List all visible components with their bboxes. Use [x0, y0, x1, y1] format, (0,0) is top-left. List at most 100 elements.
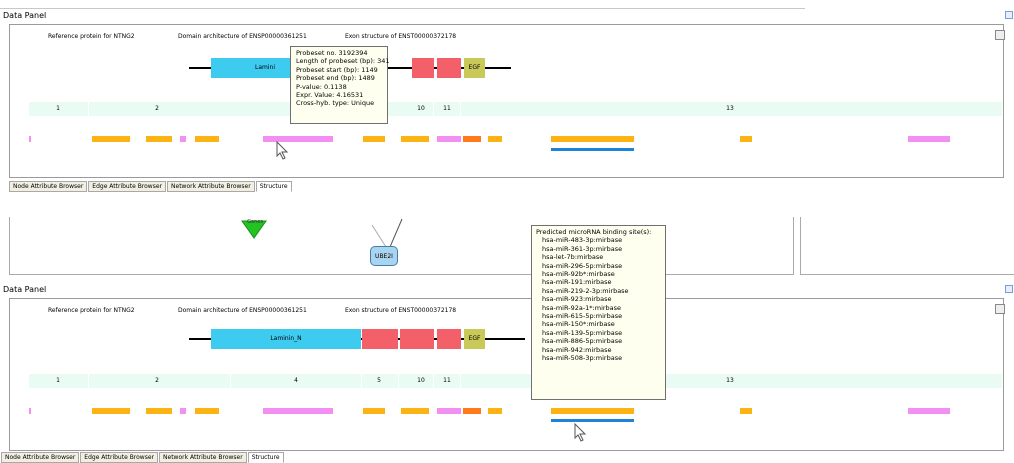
exon-divider	[460, 374, 461, 388]
probeset-bar[interactable]	[437, 136, 461, 142]
mirna-item: hsa-miR-886-5p:mirbase	[542, 337, 623, 346]
probeset-bar[interactable]	[740, 408, 752, 414]
mirna-item: hsa-miR-92b*:mirbase	[542, 270, 615, 279]
mirna-item: hsa-miR-296-5p:mirbase	[542, 261, 623, 270]
mirna-item: hsa-miR-92a-1*:mirbase	[542, 303, 622, 312]
mirna-item: hsa-let-7b:mirbase	[542, 253, 604, 262]
reference-label: Reference protein for NTNG2	[48, 307, 135, 314]
node-label: Genes	[247, 219, 263, 225]
structure-view	[9, 24, 1005, 178]
tab-network-attribute-browser[interactable]: Network Attribute Browser	[167, 181, 255, 192]
probeset-bar[interactable]	[180, 136, 186, 142]
probeset-bar[interactable]	[92, 408, 130, 414]
probeset-bar[interactable]	[463, 136, 481, 142]
tooltip-line: Probeset end (bp): 1489	[296, 74, 375, 83]
exon-number: 10	[417, 377, 425, 384]
tab-node-attribute-browser[interactable]: Node Attribute Browser	[1, 452, 80, 463]
exon-divider	[460, 102, 461, 116]
probeset-tooltip: Probeset no. 3192394 Length of probeset …	[290, 46, 390, 124]
exon-number: 13	[726, 377, 734, 384]
tab-node-attribute-browser[interactable]: Node Attribute Browser	[9, 181, 88, 192]
tooltip-title: Predicted microRNA binding site(s):	[536, 228, 652, 236]
exon-number: 11	[443, 377, 451, 384]
exon-number: 5	[377, 377, 381, 384]
mirna-tooltip: Predicted microRNA binding site(s): hsa-…	[531, 225, 666, 400]
probeset-bar[interactable]	[908, 408, 950, 414]
probeset-bar[interactable]	[488, 136, 502, 142]
ube2i-node[interactable]: UBE2I	[370, 246, 398, 266]
exon-divider	[88, 374, 89, 388]
panel-title: Data Panel	[3, 285, 47, 294]
tooltip-line: Length of probeset (bp): 341	[296, 57, 390, 66]
mouse-cursor-icon	[574, 423, 587, 442]
exon-block[interactable]	[437, 58, 461, 78]
restore-icon[interactable]	[1005, 285, 1013, 293]
laminin-domain[interactable]: Laminin_N	[211, 329, 361, 349]
tab-structure[interactable]: Structure	[247, 452, 284, 463]
probeset-bar[interactable]	[92, 136, 130, 142]
probeset-highlight	[551, 148, 634, 151]
probeset-bar[interactable]	[363, 408, 385, 414]
probeset-bar[interactable]	[551, 136, 634, 142]
probeset-bar[interactable]	[740, 136, 752, 142]
probeset-bar[interactable]	[29, 408, 31, 414]
gap	[0, 196, 1014, 210]
exon-divider	[398, 374, 399, 388]
tab-bar: Node Attribute Browser Edge Attribute Bro…	[1, 452, 285, 463]
probeset-bar[interactable]	[180, 408, 186, 414]
probeset-bar[interactable]	[551, 408, 634, 414]
tab-edge-attribute-browser[interactable]: Edge Attribute Browser	[80, 452, 159, 463]
exon-struct-label: Exon structure of ENST00000372178	[345, 307, 457, 314]
probeset-bar[interactable]	[29, 136, 31, 142]
restore-icon[interactable]	[1005, 11, 1013, 19]
tab-network-attribute-browser[interactable]: Network Attribute Browser	[159, 452, 247, 463]
probeset-bar[interactable]	[263, 408, 333, 414]
probeset-highlight	[551, 419, 634, 422]
exon-divider	[433, 374, 434, 388]
egf-domain[interactable]: EGF	[464, 329, 485, 349]
exon-number: 2	[155, 377, 159, 384]
probeset-bar[interactable]	[463, 408, 481, 414]
scroll-button[interactable]	[995, 304, 1005, 314]
reference-label: Reference protein for NTNG2	[48, 33, 135, 40]
probeset-bar[interactable]	[263, 136, 333, 142]
probeset-bar[interactable]	[437, 408, 461, 414]
probeset-bar[interactable]	[195, 136, 219, 142]
probeset-bar[interactable]	[401, 136, 429, 142]
mirna-item: hsa-miR-150*:mirbase	[542, 320, 615, 329]
mirna-item: hsa-miR-942:mirbase	[542, 345, 612, 354]
probeset-bar[interactable]	[363, 136, 385, 142]
scroll-button[interactable]	[995, 30, 1005, 40]
exon-block[interactable]	[412, 58, 434, 78]
tooltip-line: Expr. Value: 4.16531	[296, 91, 364, 100]
egf-domain[interactable]: EGF	[464, 58, 485, 78]
exon-block[interactable]	[400, 329, 434, 349]
exon-number: 10	[417, 105, 425, 112]
mirna-item: hsa-miR-923:mirbase	[542, 295, 612, 304]
mirna-item: hsa-miR-361-3p:mirbase	[542, 244, 623, 253]
mirna-item: hsa-miR-191:mirbase	[542, 278, 612, 287]
tab-structure[interactable]: Structure	[255, 181, 292, 192]
probeset-bar[interactable]	[908, 136, 950, 142]
exon-track	[29, 374, 1002, 388]
probeset-bar[interactable]	[488, 408, 502, 414]
probeset-bar[interactable]	[195, 408, 219, 414]
exon-number: 1	[56, 377, 60, 384]
mirna-item: hsa-miR-615-5p:mirbase	[542, 312, 623, 321]
probeset-bar[interactable]	[401, 408, 429, 414]
exon-block[interactable]	[437, 329, 461, 349]
domain-arch-label: Domain architecture of ENSP00000361251	[178, 33, 307, 40]
exon-divider	[433, 102, 434, 116]
domain-arch-label: Domain architecture of ENSP00000361251	[178, 307, 307, 314]
probeset-bar[interactable]	[146, 136, 172, 142]
probeset-bar[interactable]	[146, 408, 172, 414]
panel-title: Data Panel	[3, 11, 47, 20]
mirna-item: hsa-miR-508-3p:mirbase	[542, 354, 623, 363]
side-panel	[800, 217, 1014, 275]
exon-number: 11	[443, 105, 451, 112]
tab-edge-attribute-browser[interactable]: Edge Attribute Browser	[88, 181, 167, 192]
mirna-item: hsa-miR-139-5p:mirbase	[542, 328, 623, 337]
exon-block[interactable]	[362, 329, 398, 349]
exon-track	[29, 102, 1002, 116]
top-separator	[0, 8, 805, 9]
